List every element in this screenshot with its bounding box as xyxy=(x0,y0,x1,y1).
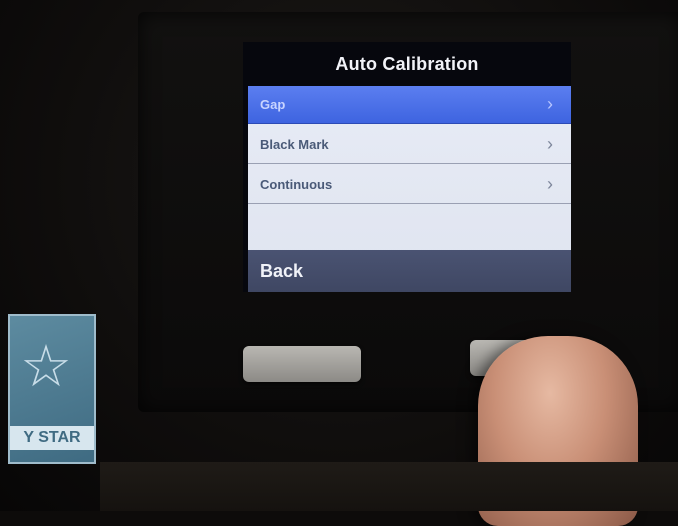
menu-item-black-mark[interactable]: Black Mark › xyxy=(248,126,571,164)
lcd-screen: Auto Calibration Gap › Black Mark › Cont… xyxy=(243,42,571,292)
menu-item-label: Black Mark xyxy=(260,137,329,152)
sticker-text: Y STAR xyxy=(10,426,94,450)
chevron-right-icon: › xyxy=(547,134,553,154)
hardware-left-button[interactable] xyxy=(243,346,361,382)
back-button[interactable]: Back xyxy=(248,250,571,292)
device-base xyxy=(100,462,678,511)
menu-item-gap[interactable]: Gap › xyxy=(248,86,571,124)
chevron-right-icon: › xyxy=(547,174,553,194)
screen-title: Auto Calibration xyxy=(335,54,479,74)
menu-item-label: Continuous xyxy=(260,177,333,192)
menu-item-continuous[interactable]: Continuous › xyxy=(248,166,571,204)
chevron-right-icon: › xyxy=(547,94,553,114)
star-icon: ☆ xyxy=(20,334,72,399)
energy-star-sticker: ☆ Y STAR xyxy=(8,314,96,464)
menu-item-label: Gap xyxy=(260,97,286,112)
